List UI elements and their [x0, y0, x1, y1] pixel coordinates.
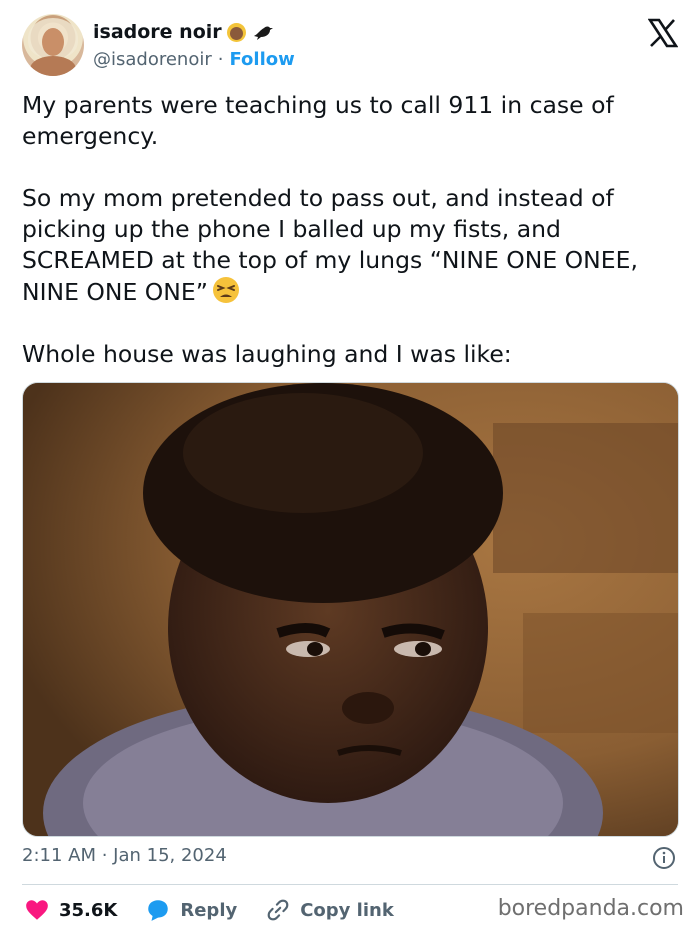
x-logo-icon[interactable]: [648, 18, 678, 48]
name-row: isadore noir: [93, 20, 275, 44]
tired-face-emoji: [212, 277, 239, 303]
handle-row: @isadorenoir · Follow: [93, 49, 295, 70]
tweet-photo[interactable]: [22, 382, 679, 837]
like-button[interactable]: 35.6K: [24, 897, 117, 923]
handle[interactable]: @isadorenoir: [93, 49, 212, 70]
tweet-header: isadore noir @isadorenoir · Follow: [22, 14, 678, 80]
tweet-paragraph-2-text: So my mom pretended to pass out, and ins…: [22, 184, 638, 306]
heart-icon: [26, 900, 48, 920]
avatar[interactable]: [22, 14, 84, 76]
person-emoji: [226, 22, 246, 42]
reply-button[interactable]: Reply: [145, 897, 237, 923]
copy-link-label: Copy link: [300, 899, 394, 921]
tweet-paragraph-1: My parents were teaching us to call 911 …: [22, 91, 614, 150]
tweet-text: My parents were teaching us to call 911 …: [22, 90, 682, 401]
copy-link-button[interactable]: Copy link: [265, 897, 394, 923]
follow-button[interactable]: Follow: [229, 49, 294, 70]
watermark: boredpanda.com: [497, 896, 684, 921]
info-icon[interactable]: [652, 846, 676, 870]
action-bar: 35.6K Reply Copy link: [24, 894, 422, 926]
separator-dot: ·: [217, 49, 224, 70]
display-name[interactable]: isadore noir: [93, 21, 222, 43]
link-icon: [267, 899, 289, 921]
divider: [22, 884, 678, 885]
child-photo: [23, 383, 678, 836]
tweet-paragraph-3: Whole house was laughing and I was like:: [22, 340, 512, 368]
reply-icon: [148, 900, 169, 921]
like-count: 35.6K: [59, 899, 118, 921]
tweet-timestamp[interactable]: 2:11 AM · Jan 15, 2024: [22, 845, 227, 866]
reply-label: Reply: [180, 899, 238, 921]
tweet-paragraph-2: So my mom pretended to pass out, and ins…: [22, 183, 682, 308]
bird-emoji: [253, 26, 273, 40]
